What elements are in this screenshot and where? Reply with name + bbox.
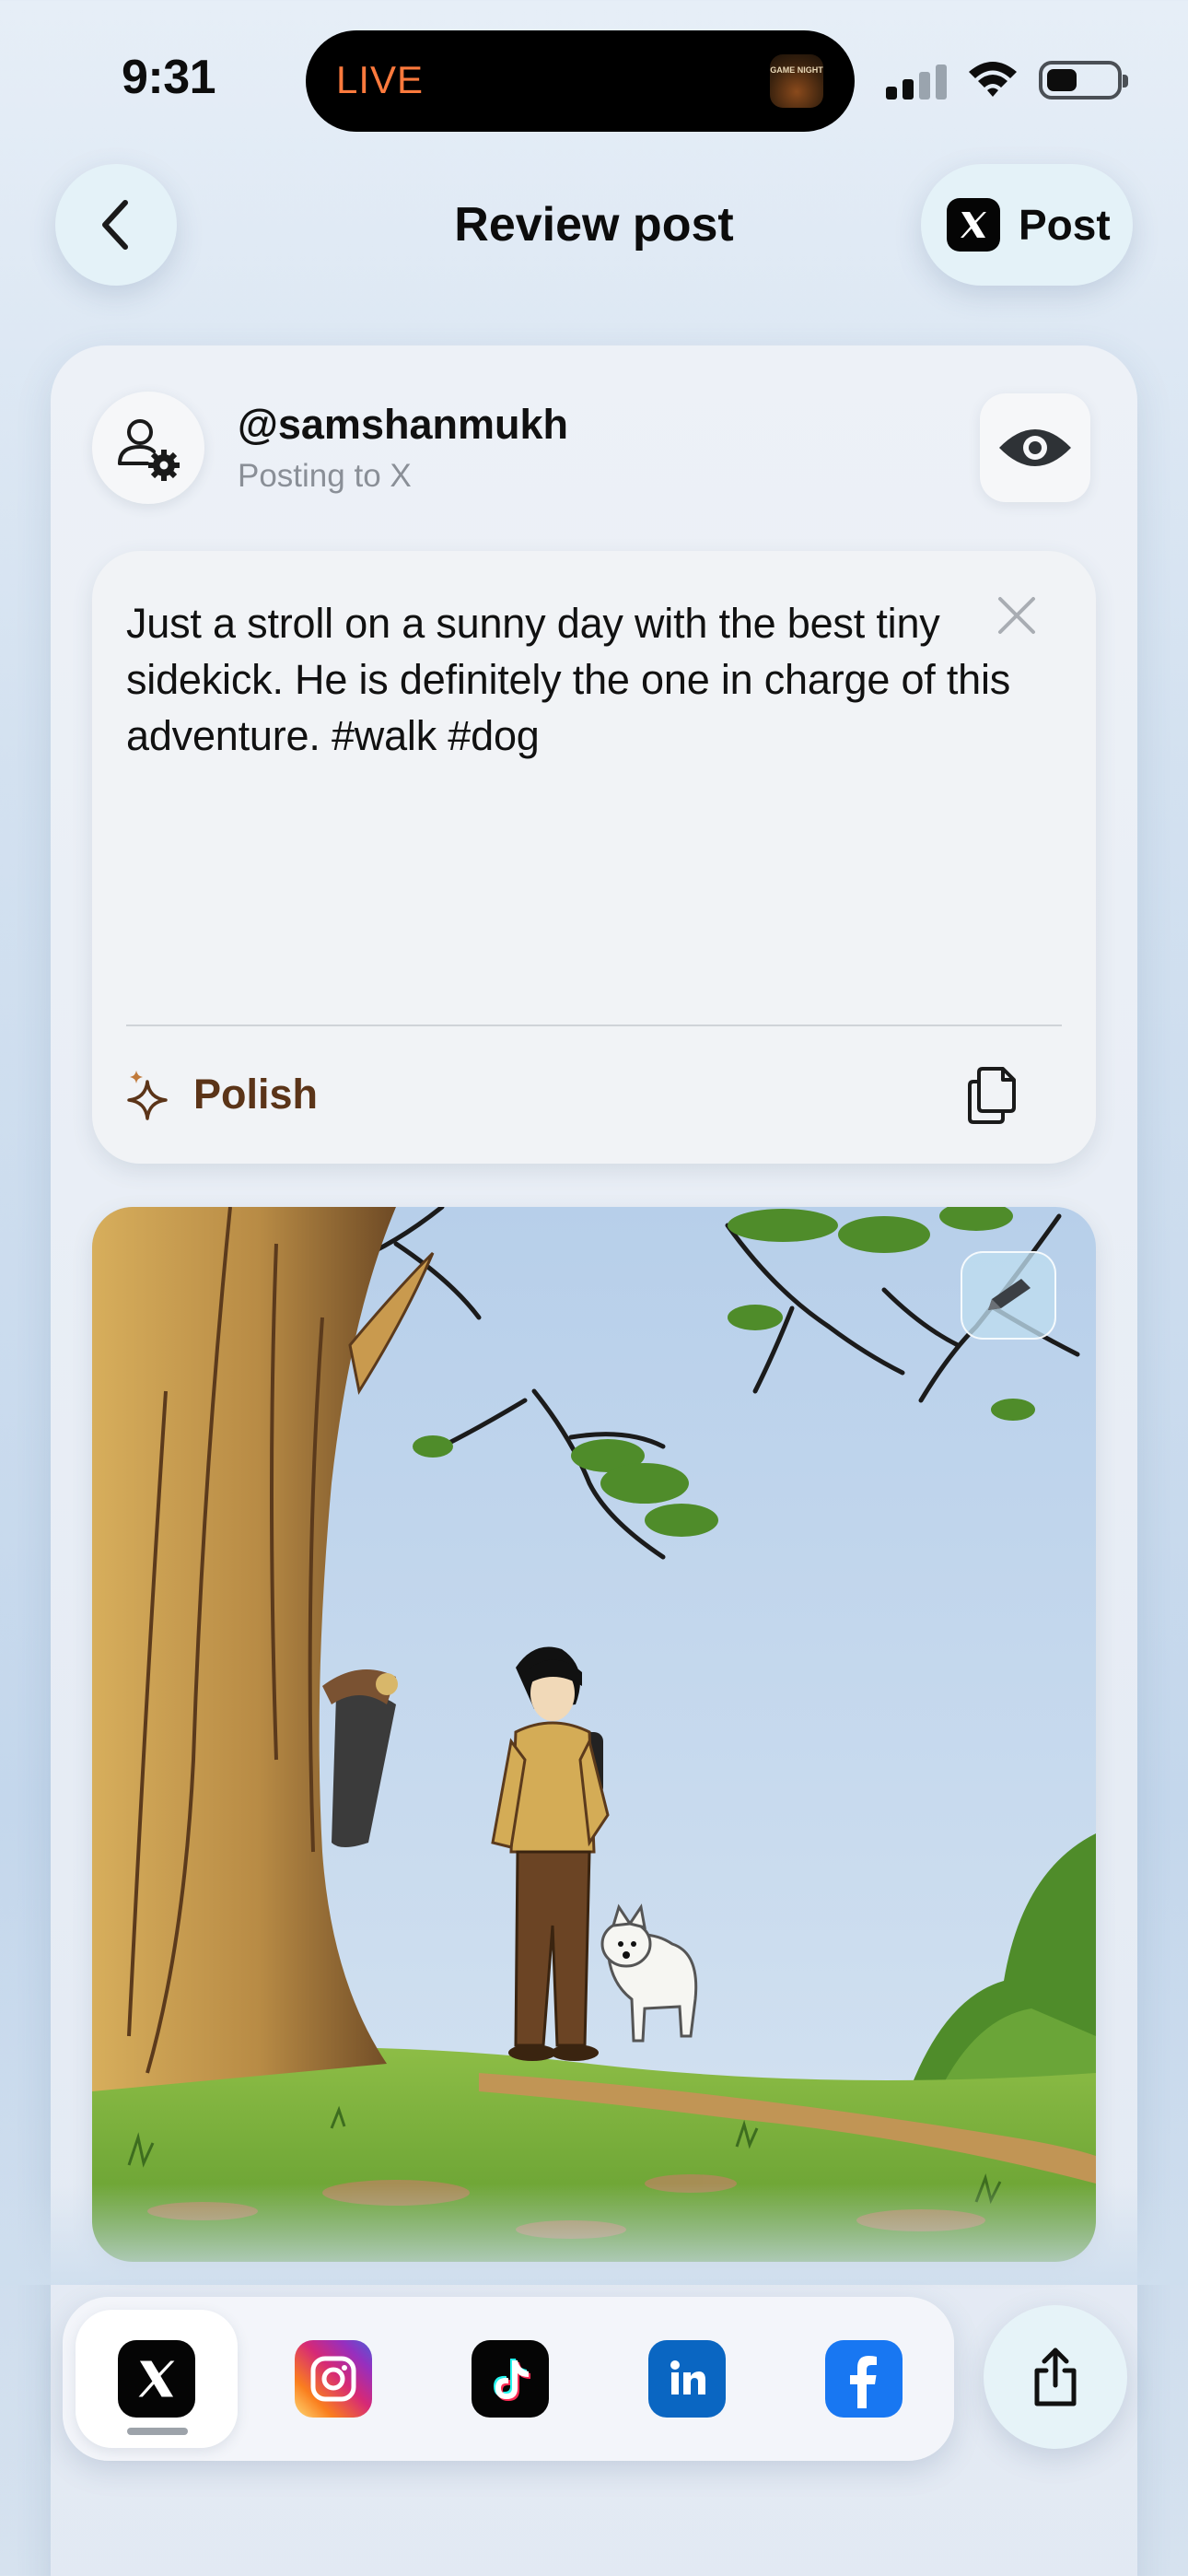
- polish-button[interactable]: Polish: [127, 1058, 318, 1131]
- user-settings-icon: [118, 419, 180, 481]
- post-button-label: Post: [1019, 201, 1111, 249]
- platform-instagram[interactable]: [252, 2310, 414, 2448]
- wifi-icon: [969, 62, 1017, 97]
- edit-image-button[interactable]: [961, 1251, 1056, 1340]
- x-logo-icon: [118, 2340, 195, 2418]
- pencil-icon: [988, 1279, 1031, 1310]
- linkedin-icon: [648, 2340, 726, 2418]
- battery-level: [1047, 69, 1077, 91]
- copy-button[interactable]: [958, 1059, 1026, 1132]
- close-icon: [998, 597, 1035, 634]
- share-button[interactable]: [984, 2305, 1127, 2449]
- post-image[interactable]: [92, 1207, 1096, 2262]
- post-text-card: Just a stroll on a sunny day with the be…: [92, 551, 1096, 1164]
- battery-icon: [1039, 61, 1128, 100]
- image-bottom-fade: [0, 2184, 1188, 2285]
- platform-facebook[interactable]: [783, 2310, 945, 2448]
- platform-tiktok[interactable]: [429, 2310, 591, 2448]
- facebook-icon: [825, 2340, 903, 2418]
- clear-text-button[interactable]: [991, 590, 1042, 641]
- dynamic-island[interactable]: LIVE GAME NIGHT: [306, 30, 855, 132]
- copy-icon: [968, 1067, 1016, 1124]
- post-image-illustration: [92, 1207, 1096, 2262]
- platform-linkedin[interactable]: [606, 2310, 768, 2448]
- tiktok-icon: [472, 2340, 549, 2418]
- post-button[interactable]: Post: [921, 164, 1133, 286]
- live-activity-thumb-text: GAME NIGHT: [770, 65, 823, 75]
- x-logo-icon: [947, 198, 1000, 252]
- cellular-signal-icon: [886, 64, 947, 100]
- sparkle-icon: [127, 1071, 168, 1120]
- preview-button[interactable]: [980, 393, 1090, 502]
- account-handle: @samshanmukh: [238, 401, 568, 448]
- status-bar: 9:31 LIVE GAME NIGHT: [0, 0, 1188, 157]
- live-activity-label: LIVE: [336, 58, 425, 101]
- live-activity-thumbnail: GAME NIGHT: [770, 54, 823, 108]
- account-settings-button[interactable]: [92, 392, 204, 504]
- divider: [126, 1025, 1062, 1026]
- eye-icon: [999, 429, 1071, 466]
- post-text-field[interactable]: Just a stroll on a sunny day with the be…: [126, 595, 1047, 764]
- polish-label: Polish: [193, 1071, 319, 1118]
- platform-x[interactable]: [76, 2310, 238, 2448]
- status-time: 9:31: [122, 51, 216, 104]
- instagram-icon: [295, 2340, 372, 2418]
- share-icon: [1034, 2348, 1077, 2406]
- selected-indicator: [127, 2428, 188, 2435]
- platform-selector: [63, 2297, 954, 2461]
- posting-destination: Posting to X: [238, 458, 412, 494]
